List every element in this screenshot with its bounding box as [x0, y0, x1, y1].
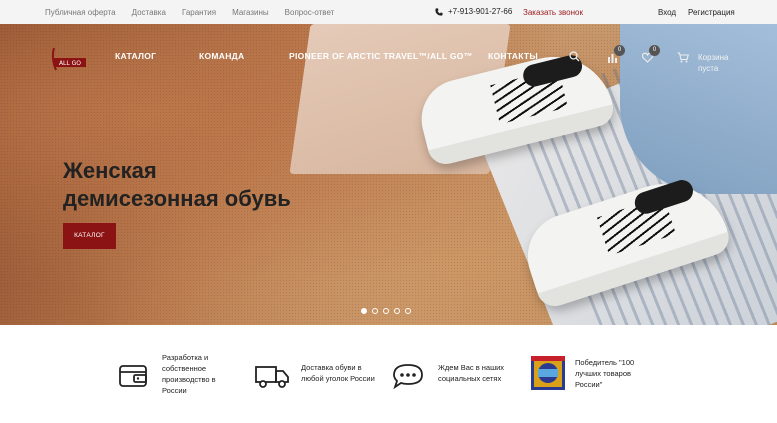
feature-award-text: Победитель "100 лучших товаров России" [575, 357, 634, 390]
register-link[interactable]: Регистрация [688, 8, 735, 17]
feature-text-line: производство в [162, 375, 216, 384]
feature-text-line: социальных сетях [438, 374, 502, 383]
nav-pioneer[interactable]: PIONEER OF ARCTIC TRAVEL™/ALL GO™ [289, 51, 473, 61]
hero-title-line2: демисезонная обувь [63, 186, 291, 211]
link-delivery[interactable]: Доставка [132, 8, 166, 17]
cart-status[interactable]: Корзина пуста [698, 52, 728, 74]
nav-team[interactable]: КОМАНДА [199, 51, 244, 61]
feature-delivery: Доставка обуви в любой уголок России [254, 352, 375, 393]
hero-catalog-button[interactable]: КАТАЛОГ [63, 223, 116, 249]
link-faq[interactable]: Вопрос-ответ [285, 8, 335, 17]
callback-link[interactable]: Заказать звонок [523, 8, 583, 17]
feature-award: Победитель "100 лучших товаров России" [530, 352, 634, 391]
feature-text-line: России [162, 386, 187, 395]
award-badge-icon [531, 356, 565, 390]
slider-dot-5[interactable] [405, 308, 411, 314]
nav-contacts[interactable]: КОНТАКТЫ [488, 51, 538, 61]
favorites-count-badge: 0 [649, 45, 660, 56]
feature-text-line: любой уголок России [301, 374, 375, 383]
hero-slider: ALL GO КАТАЛОГ КОМАНДА PIONEER OF ARCTIC… [0, 24, 777, 325]
card-icon [119, 365, 147, 387]
slider-dot-2[interactable] [372, 308, 378, 314]
phone[interactable]: +7-913-901-27-66 [435, 7, 512, 16]
link-public-offer[interactable]: Публичная оферта [45, 8, 116, 17]
cart-label: Корзина [698, 53, 729, 62]
slider-dot-4[interactable] [394, 308, 400, 314]
feature-text-line: России" [575, 380, 603, 389]
slider-dots [361, 308, 411, 314]
brand-logo[interactable]: ALL GO [48, 44, 86, 78]
link-warranty[interactable]: Гарантия [182, 8, 216, 17]
cart-empty-label: пуста [698, 64, 719, 73]
login-link[interactable]: Вход [658, 8, 676, 17]
feature-production: Разработка и собственное производство в … [117, 352, 216, 396]
feature-text-line: собственное [162, 364, 207, 373]
feature-social: Ждем Вас в наших социальных сетях [390, 352, 504, 393]
feature-delivery-text: Доставка обуви в любой уголок России [301, 362, 375, 384]
phone-icon [435, 7, 443, 16]
top-bar: Публичная оферта Доставка Гарантия Магаз… [0, 0, 777, 24]
truck-icon [255, 366, 289, 388]
search-icon[interactable] [569, 51, 580, 62]
compare-count-badge: 0 [614, 45, 625, 56]
svg-text:ALL GO: ALL GO [59, 60, 81, 67]
feature-text-line: лучших товаров [575, 369, 631, 378]
slider-dot-1[interactable] [361, 308, 367, 314]
link-stores[interactable]: Магазины [232, 8, 269, 17]
phone-number[interactable]: +7-913-901-27-66 [448, 7, 512, 16]
slider-dot-3[interactable] [383, 308, 389, 314]
feature-text-line: Разработка и [162, 353, 209, 362]
hero-title-line1: Женская [63, 158, 157, 183]
cart-icon[interactable] [677, 52, 689, 63]
chat-icon [393, 364, 423, 390]
nav-catalog[interactable]: КАТАЛОГ [115, 51, 156, 61]
top-links: Публичная оферта Доставка Гарантия Магаз… [45, 8, 350, 17]
feature-text-line: Доставка обуви в [301, 363, 362, 372]
feature-social-text: Ждем Вас в наших социальных сетях [438, 362, 504, 384]
hero-title: Женская демисезонная обувь [63, 157, 291, 213]
feature-text-line: Победитель "100 [575, 358, 635, 367]
feature-text-line: Ждем Вас в наших [438, 363, 505, 372]
feature-production-text: Разработка и собственное производство в … [162, 352, 216, 396]
main-nav: ALL GO КАТАЛОГ КОМАНДА PIONEER OF ARCTIC… [0, 24, 777, 84]
